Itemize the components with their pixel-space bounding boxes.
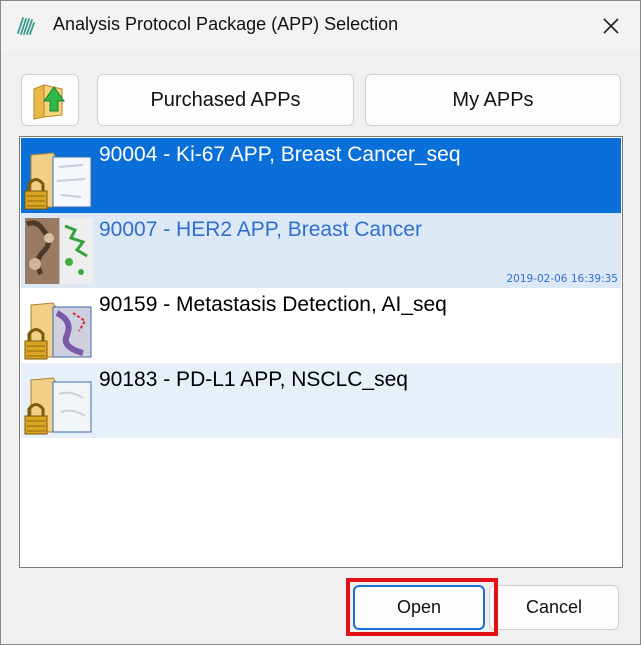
list-item-label: 90183 - PD-L1 APP, NSCLC_seq [99, 368, 408, 391]
app-selection-dialog: Analysis Protocol Package (APP) Selectio… [0, 0, 641, 645]
list-item[interactable]: 90004 - Ki-67 APP, Breast Cancer_seq [21, 138, 621, 213]
tissue-thumbnail-icon [23, 216, 95, 286]
locked-folder-thumbnail-icon [23, 141, 95, 211]
my-apps-button[interactable]: My APPs [365, 74, 621, 126]
app-list[interactable]: 90004 - Ki-67 APP, Breast Cancer_seq 900… [19, 136, 623, 568]
list-item-label: 90004 - Ki-67 APP, Breast Cancer_seq [99, 143, 461, 166]
locked-folder-thumbnail-icon [23, 366, 95, 436]
list-item[interactable]: 90159 - Metastasis Detection, AI_seq [21, 288, 621, 363]
folder-up-button[interactable] [21, 74, 79, 126]
list-item[interactable]: 90183 - PD-L1 APP, NSCLC_seq [21, 363, 621, 438]
list-item[interactable]: 90007 - HER2 APP, Breast Cancer 2019-02-… [21, 213, 621, 288]
locked-folder-thumbnail-icon [23, 291, 95, 361]
purchased-apps-button[interactable]: Purchased APPs [97, 74, 354, 126]
close-button[interactable] [592, 7, 630, 45]
window-title: Analysis Protocol Package (APP) Selectio… [53, 14, 399, 34]
close-icon [603, 18, 619, 34]
list-item-label: 90007 - HER2 APP, Breast Cancer [99, 218, 422, 241]
app-logo-icon [15, 15, 37, 37]
cancel-button[interactable]: Cancel [489, 585, 619, 630]
folder-up-icon [33, 84, 65, 120]
list-item-label: 90159 - Metastasis Detection, AI_seq [99, 293, 447, 316]
open-button[interactable]: Open [353, 585, 485, 630]
list-item-timestamp: 2019-02-06 16:39:35 [506, 273, 618, 285]
title-bar: Analysis Protocol Package (APP) Selectio… [1, 1, 640, 51]
